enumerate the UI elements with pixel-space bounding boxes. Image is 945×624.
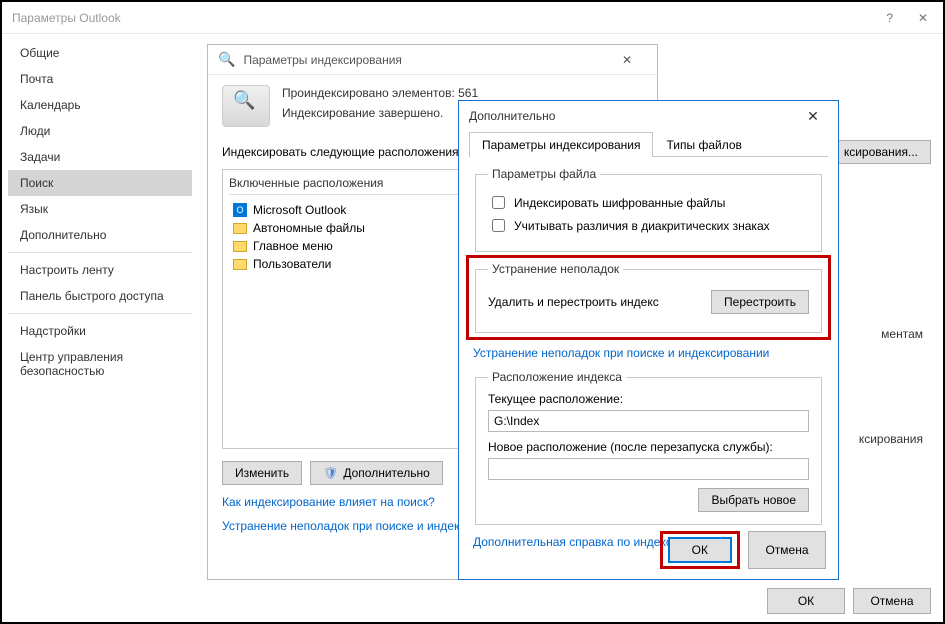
advanced-title: Дополнительно <box>469 109 798 123</box>
shield-icon: 🛡 <box>323 466 338 480</box>
sidebar-item-mail[interactable]: Почта <box>8 66 192 92</box>
folder-icon <box>233 241 247 252</box>
encrypted-checkbox[interactable] <box>492 196 505 209</box>
advanced-options-window: Дополнительно ✕ Параметры индексирования… <box>458 100 839 580</box>
tab-indexing-options[interactable]: Параметры индексирования <box>469 132 653 157</box>
troubleshoot-legend: Устранение неполадок <box>488 262 623 276</box>
ok-highlight: ОК <box>660 531 740 569</box>
current-location-field[interactable] <box>488 410 809 432</box>
cancel-button[interactable]: Отмена <box>853 588 931 614</box>
sidebar-item-people[interactable]: Люди <box>8 118 192 144</box>
indexing-large-icon <box>222 85 270 127</box>
help-icon[interactable]: ? <box>886 11 893 25</box>
outlook-titlebar: Параметры Outlook ? ✕ <box>2 2 943 34</box>
window-title: Параметры Outlook <box>12 11 886 25</box>
ok-button[interactable]: ОК <box>767 588 845 614</box>
cancel-button[interactable]: Отмена <box>748 531 826 569</box>
index-location-legend: Расположение индекса <box>488 370 626 384</box>
sidebar-item-quick-access[interactable]: Панель быстрого доступа <box>8 283 192 309</box>
partial-text-1: ментам <box>881 327 923 341</box>
search-icon: 🔍 <box>218 51 235 68</box>
sidebar-item-addins[interactable]: Надстройки <box>8 318 192 344</box>
troubleshoot-search-link[interactable]: Устранение неполадок при поиске и индекс… <box>473 346 824 360</box>
sidebar-item-calendar[interactable]: Календарь <box>8 92 192 118</box>
troubleshoot-group: Устранение неполадок Удалить и перестрои… <box>475 262 822 333</box>
index-location-group: Расположение индекса Текущее расположени… <box>475 370 822 525</box>
diacritics-label: Учитывать различия в диакритических знак… <box>514 219 770 233</box>
indexing-options-button[interactable]: ксирования... <box>831 140 931 164</box>
partial-text-2: ксирования <box>859 432 923 446</box>
close-icon[interactable]: ✕ <box>913 11 933 25</box>
rebuild-button[interactable]: Перестроить <box>711 290 809 314</box>
ok-button[interactable]: ОК <box>668 537 732 563</box>
indexed-count: Проиндексировано элементов: 561 <box>282 86 478 100</box>
file-params-legend: Параметры файла <box>488 167 600 181</box>
file-params-group: Параметры файла Индексировать шифрованны… <box>475 167 822 252</box>
sidebar-item-tasks[interactable]: Задачи <box>8 144 192 170</box>
sidebar-item-advanced[interactable]: Дополнительно <box>8 222 192 248</box>
new-location-field[interactable] <box>488 458 809 480</box>
close-icon[interactable]: ✕ <box>798 108 828 125</box>
diacritics-checkbox[interactable] <box>492 219 505 232</box>
folder-icon <box>233 259 247 270</box>
sidebar-item-trust-center[interactable]: Центр управления безопасностью <box>8 344 192 384</box>
troubleshoot-highlight: Устранение неполадок Удалить и перестрои… <box>466 255 831 340</box>
close-icon[interactable]: ✕ <box>607 53 647 67</box>
sidebar-item-search[interactable]: Поиск <box>8 170 192 196</box>
advanced-button[interactable]: 🛡Дополнительно <box>310 461 443 485</box>
outlook-icon: O <box>233 203 247 217</box>
sidebar-item-general[interactable]: Общие <box>8 40 192 66</box>
indexing-titlebar: 🔍 Параметры индексирования ✕ <box>208 45 657 75</box>
rebuild-text: Удалить и перестроить индекс <box>488 295 659 309</box>
sidebar-item-customize-ribbon[interactable]: Настроить ленту <box>8 257 192 283</box>
tabs-bar: Параметры индексирования Типы файлов <box>469 131 828 157</box>
sidebar-item-language[interactable]: Язык <box>8 196 192 222</box>
select-new-button[interactable]: Выбрать новое <box>698 488 809 512</box>
tab-file-types[interactable]: Типы файлов <box>653 132 754 157</box>
indexing-status: Индексирование завершено. <box>282 106 478 120</box>
encrypted-label: Индексировать шифрованные файлы <box>514 196 725 210</box>
modify-button[interactable]: Изменить <box>222 461 302 485</box>
advanced-titlebar: Дополнительно ✕ <box>459 101 838 131</box>
current-location-label: Текущее расположение: <box>488 392 809 406</box>
sidebar: Общие Почта Календарь Люди Задачи Поиск … <box>2 34 192 584</box>
new-location-label: Новое расположение (после перезапуска сл… <box>488 440 809 454</box>
folder-icon <box>233 223 247 234</box>
indexing-title: Параметры индексирования <box>243 53 607 67</box>
